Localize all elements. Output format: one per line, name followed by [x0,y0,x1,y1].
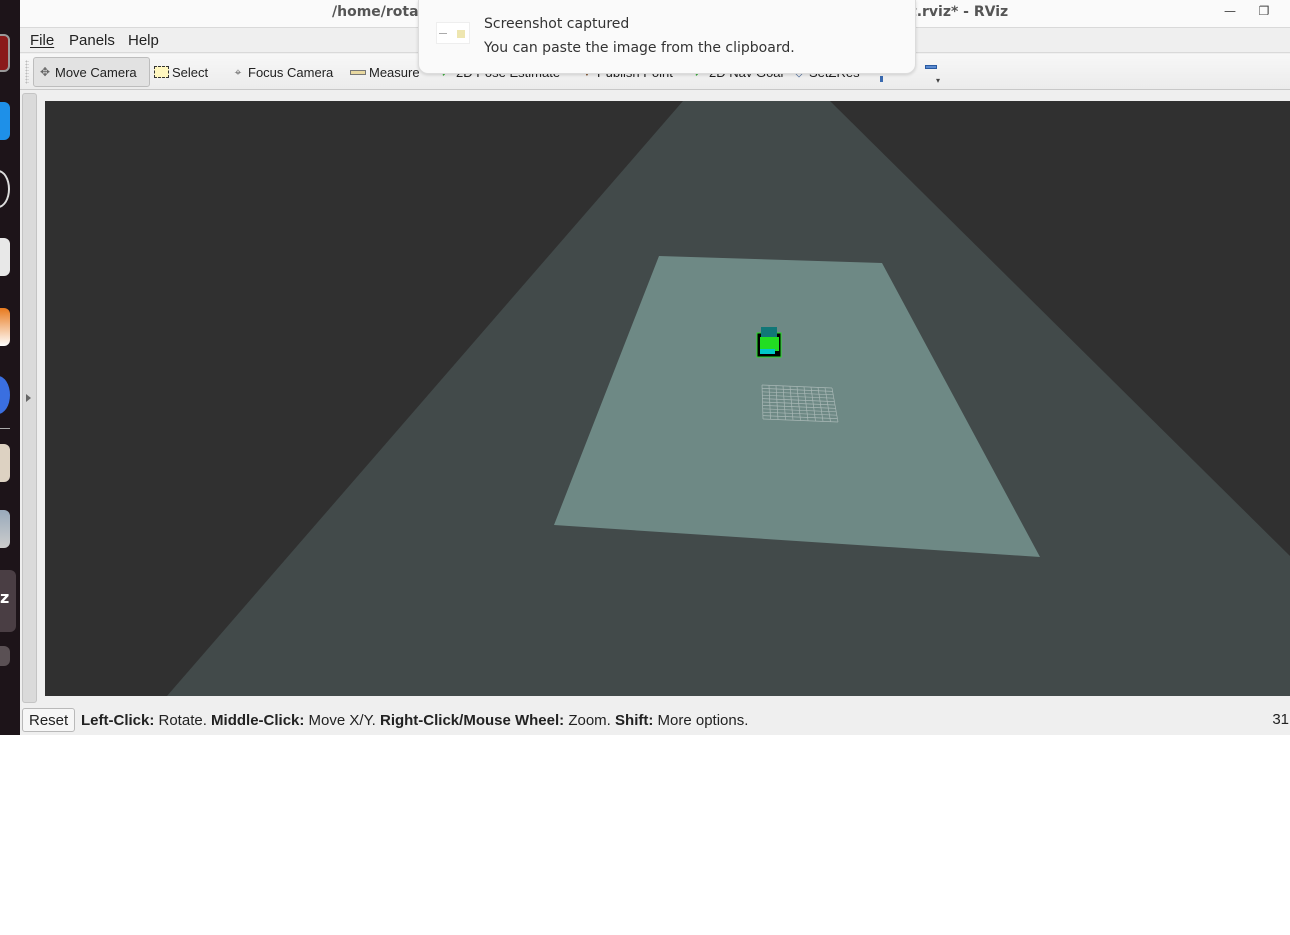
hint-key: Middle-Click: [211,712,305,729]
notification-body: You can paste the image from the clipboa… [484,40,795,56]
rviz-z-glyph: z [0,588,10,607]
move-camera-icon: ✥ [39,65,51,79]
dock-app-icon-orange[interactable] [0,308,10,346]
minimize-button[interactable]: — [1220,4,1240,22]
left-dock-collapse-handle[interactable] [22,93,37,703]
expand-arrow-icon [26,394,31,402]
restore-icon: ❐ [1258,4,1270,18]
tool-focus-camera[interactable]: ⌖ Focus Camera [227,57,337,87]
plus-tool-icon [880,76,883,82]
robot-top-part [761,327,777,337]
reset-button[interactable]: Reset [22,708,76,732]
toolbar-overflow-button[interactable]: ▾ [936,76,940,85]
screenshot-notification[interactable]: Screenshot captured You can paste the im… [418,0,916,74]
hint-key: Right-Click/Mouse Wheel: [379,712,565,729]
screenshot-thumbnail-icon [436,22,470,44]
ruler-icon [350,69,366,75]
dock-separator [0,428,10,429]
hint-action: More options. [653,712,749,729]
menu-panels[interactable]: Panels [69,32,115,49]
tool-move-camera[interactable]: ✥ Move Camera [33,57,150,87]
menu-file[interactable]: File [30,32,54,49]
rviz-window: /home/rota_ t.rviz* - RViz — ❐ File Pane… [20,0,1290,735]
render-viewport-3d[interactable] [45,101,1290,696]
add-tool-icon [925,65,937,69]
dock-app-icon-blue[interactable] [0,102,10,140]
robot-body [760,337,779,351]
dock-app-icon-beige[interactable] [0,444,10,482]
tool-label: Select [172,64,209,80]
tool-label: Move Camera [55,64,137,80]
hint-key: Left-Click: [81,712,155,729]
mouse-hint-text: Left-Click: Rotate. Middle-Click: Move X… [81,712,748,729]
tool-measure[interactable]: Measure [346,57,424,87]
toolbar-grip[interactable] [25,60,29,84]
tool-select[interactable]: Select [150,57,212,87]
menu-help[interactable]: Help [128,32,159,49]
dock-app-icon-white[interactable] [0,238,10,276]
chevron-down-icon: ▾ [936,76,941,85]
dock-app-icon-gray[interactable] [0,646,10,666]
tool-label: Focus Camera [248,64,334,80]
hint-action: Rotate. [154,712,212,729]
window-title-right: t.rviz* - RViz [910,4,1009,20]
notification-title: Screenshot captured [484,16,630,32]
tool-label: Measure [369,64,420,80]
scene-svg [167,101,1290,696]
window-title-left: /home/rota_ [332,4,426,20]
minimize-icon: — [1224,4,1236,18]
dock-app-icon-arrows[interactable] [0,510,10,548]
ubuntu-dock: z [0,0,20,735]
restore-button[interactable]: ❐ [1254,4,1274,22]
hint-key: Shift: [615,712,654,729]
dock-app-icon-blue-round[interactable] [0,376,10,414]
dock-app-icon-red[interactable] [0,34,10,72]
focus-camera-icon: ⌖ [234,65,242,79]
select-icon [154,66,169,78]
robot-front [760,349,775,354]
dock-app-icon-circle[interactable] [0,170,10,208]
hint-action: Zoom. [564,712,616,729]
dock-app-icon-rviz[interactable]: z [0,570,16,632]
status-bar: Reset Left-Click: Rotate. Middle-Click: … [20,703,1290,735]
hint-action: Move X/Y. [304,712,380,729]
fps-counter: 31 [1272,711,1289,728]
